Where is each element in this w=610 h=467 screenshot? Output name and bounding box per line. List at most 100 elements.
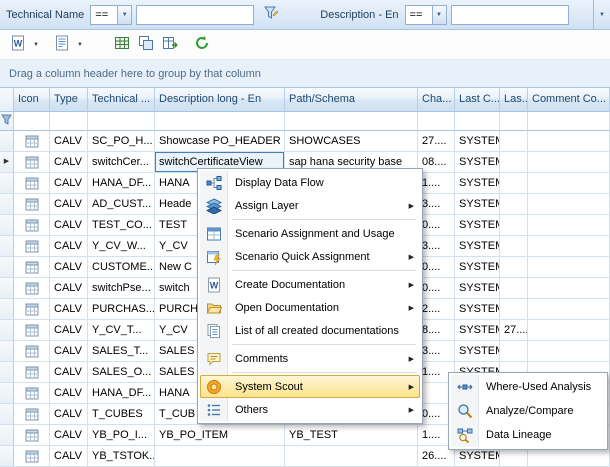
cell-last_changed_by[interactable]: SYSTEM bbox=[455, 152, 500, 173]
cell-technical[interactable]: HANA_DF... bbox=[88, 173, 155, 194]
filter-cell-last_changed_by[interactable] bbox=[455, 112, 500, 131]
cell-last_changed_by[interactable]: SYSTEM bbox=[455, 341, 500, 362]
menu-item-where-used-analysis[interactable]: Where-Used Analysis bbox=[451, 375, 605, 399]
cell-changed[interactable]: 1.... bbox=[418, 173, 455, 194]
refresh-button[interactable] bbox=[190, 33, 214, 57]
cell-las[interactable] bbox=[500, 194, 528, 215]
filter-cell-changed[interactable] bbox=[418, 112, 455, 131]
cell-changed[interactable]: 0.... bbox=[418, 257, 455, 278]
cell-changed[interactable]: 8.... bbox=[418, 320, 455, 341]
create-word-doc-button[interactable]: W bbox=[6, 33, 30, 57]
cell-comment[interactable] bbox=[528, 320, 610, 341]
cell-technical[interactable]: YB_TSTOK... bbox=[88, 446, 155, 467]
menu-item-system-scout[interactable]: System Scout▶ bbox=[200, 375, 420, 398]
cell-changed[interactable]: 27.... bbox=[418, 131, 455, 152]
cell-technical[interactable]: switchCer... bbox=[88, 152, 155, 173]
filter-overflow-button[interactable]: ▼ bbox=[593, 0, 610, 29]
technical-name-operator-combo[interactable]: == ▼ bbox=[90, 5, 132, 25]
cell-changed[interactable]: 3.... bbox=[418, 194, 455, 215]
cell-last_changed_by[interactable]: SYSTEM bbox=[455, 257, 500, 278]
cell-las[interactable] bbox=[500, 257, 528, 278]
cell-type[interactable]: CALV bbox=[50, 278, 88, 299]
menu-item-create-documentation[interactable]: WCreate Documentation▶ bbox=[200, 273, 420, 296]
cell-comment[interactable] bbox=[528, 278, 610, 299]
cell-comment[interactable] bbox=[528, 194, 610, 215]
cell-technical[interactable]: CUSTOME... bbox=[88, 257, 155, 278]
cell-type[interactable]: CALV bbox=[50, 362, 88, 383]
menu-item-comments[interactable]: Comments▶ bbox=[200, 347, 420, 370]
cell-las[interactable] bbox=[500, 215, 528, 236]
cell-type[interactable]: CALV bbox=[50, 404, 88, 425]
cell-technical[interactable]: SALES_T... bbox=[88, 341, 155, 362]
description-filter-input[interactable] bbox=[451, 5, 569, 25]
cell-las[interactable] bbox=[500, 341, 528, 362]
cell-description[interactable] bbox=[155, 446, 285, 467]
cell-technical[interactable]: YB_PO_I... bbox=[88, 425, 155, 446]
cell-last_changed_by[interactable]: SYSTEM bbox=[455, 278, 500, 299]
cell-type[interactable]: CALV bbox=[50, 383, 88, 404]
cell-las[interactable] bbox=[500, 131, 528, 152]
column-header-las[interactable]: Las... bbox=[500, 88, 528, 112]
group-by-panel[interactable]: Drag a column header here to group by th… bbox=[0, 60, 610, 88]
cell-changed[interactable]: 2.... bbox=[418, 299, 455, 320]
cell-comment[interactable] bbox=[528, 257, 610, 278]
cell-description[interactable]: Showcase PO_HEADER bbox=[155, 131, 285, 152]
cell-last_changed_by[interactable]: SYSTEM bbox=[455, 194, 500, 215]
cell-path[interactable]: SHOWCASES bbox=[285, 131, 418, 152]
menu-item-scenario-quick-assignment[interactable]: Scenario Quick Assignment▶ bbox=[200, 245, 420, 268]
cell-type[interactable]: CALV bbox=[50, 320, 88, 341]
cell-last_changed_by[interactable]: SYSTEM bbox=[455, 173, 500, 194]
column-header-icon[interactable]: Icon bbox=[14, 88, 50, 112]
cell-type[interactable]: CALV bbox=[50, 341, 88, 362]
filter-cell-las[interactable] bbox=[500, 112, 528, 131]
cell-technical[interactable]: T_CUBES bbox=[88, 404, 155, 425]
cell-comment[interactable] bbox=[528, 236, 610, 257]
cell-type[interactable]: CALV bbox=[50, 425, 88, 446]
cell-description[interactable]: YB_PO_ITEM bbox=[155, 425, 285, 446]
menu-item-display-data-flow[interactable]: Display Data Flow bbox=[200, 171, 420, 194]
column-header-last_changed_by[interactable]: Last C... bbox=[455, 88, 500, 112]
create-word-doc-dropdown[interactable]: ▼ bbox=[30, 33, 42, 57]
copy-grid-button[interactable] bbox=[134, 33, 158, 57]
filter-cell-icon[interactable] bbox=[14, 112, 50, 131]
cell-comment[interactable] bbox=[528, 152, 610, 173]
column-header-changed[interactable]: Cha... bbox=[418, 88, 455, 112]
filter-cell-technical[interactable] bbox=[88, 112, 155, 131]
column-header-comment[interactable]: Comment Co... bbox=[528, 88, 610, 112]
cell-comment[interactable] bbox=[528, 341, 610, 362]
cell-type[interactable]: CALV bbox=[50, 446, 88, 467]
column-header-path[interactable]: Path/Schema bbox=[285, 88, 418, 112]
cell-technical[interactable]: PURCHAS... bbox=[88, 299, 155, 320]
cell-type[interactable]: CALV bbox=[50, 215, 88, 236]
cell-type[interactable]: CALV bbox=[50, 299, 88, 320]
cell-technical[interactable]: SALES_O... bbox=[88, 362, 155, 383]
table-row[interactable]: CALVSC_PO_H...Showcase PO_HEADERSHOWCASE… bbox=[0, 131, 610, 152]
cell-comment[interactable] bbox=[528, 173, 610, 194]
cell-last_changed_by[interactable]: SYSTEM bbox=[455, 299, 500, 320]
cell-changed[interactable]: 3.... bbox=[418, 341, 455, 362]
filter-cell-comment[interactable] bbox=[528, 112, 610, 131]
cell-type[interactable]: CALV bbox=[50, 257, 88, 278]
cell-changed[interactable]: 08.... bbox=[418, 152, 455, 173]
cell-technical[interactable]: Y_CV_W... bbox=[88, 236, 155, 257]
column-header-type[interactable]: Type bbox=[50, 88, 88, 112]
cell-last_changed_by[interactable]: SYSTEM bbox=[455, 215, 500, 236]
menu-item-others[interactable]: Others▶ bbox=[200, 398, 420, 421]
export-grid-button[interactable] bbox=[158, 33, 182, 57]
cell-type[interactable]: CALV bbox=[50, 194, 88, 215]
cell-changed[interactable]: 3.... bbox=[418, 236, 455, 257]
cell-las[interactable] bbox=[500, 173, 528, 194]
cell-path[interactable] bbox=[285, 446, 418, 467]
filter-builder-button[interactable] bbox=[258, 4, 284, 26]
filter-cell-type[interactable] bbox=[50, 112, 88, 131]
menu-item-list-of-all-created-documentations[interactable]: List of all created documentations bbox=[200, 319, 420, 342]
cell-las[interactable] bbox=[500, 299, 528, 320]
filter-cell-path[interactable] bbox=[285, 112, 418, 131]
cell-path[interactable]: YB_TEST bbox=[285, 425, 418, 446]
menu-item-assign-layer[interactable]: Assign Layer▶ bbox=[200, 194, 420, 217]
cell-technical[interactable]: switchPse... bbox=[88, 278, 155, 299]
cell-comment[interactable] bbox=[528, 299, 610, 320]
cell-last_changed_by[interactable]: SYSTEM bbox=[455, 131, 500, 152]
open-doc-dropdown[interactable]: ▼ bbox=[74, 33, 86, 57]
cell-type[interactable]: CALV bbox=[50, 131, 88, 152]
